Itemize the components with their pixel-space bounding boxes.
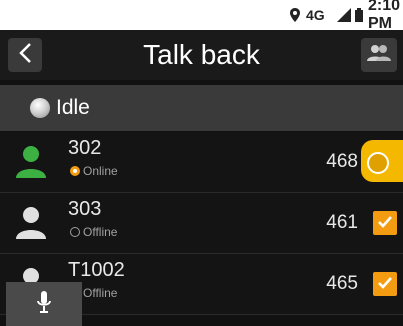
contact-row[interactable]: 302 Online 468: [0, 132, 403, 193]
signal-icon: [337, 0, 351, 30]
chevron-left-icon: [17, 42, 33, 68]
contact-number: 461: [326, 212, 358, 233]
offline-dot-icon: [70, 227, 80, 237]
battery-icon: [355, 0, 364, 30]
speaking-indicator[interactable]: [361, 140, 403, 182]
speaker-icon: [367, 152, 389, 174]
contact-name: 302: [68, 137, 102, 159]
app-header: Talk back: [0, 30, 403, 80]
location-icon: [290, 0, 302, 30]
contact-name: T1002: [68, 259, 125, 281]
network-type: 4G: [306, 7, 325, 23]
back-button[interactable]: [8, 38, 42, 72]
contacts-button[interactable]: [361, 38, 397, 72]
contact-status: Online: [70, 164, 118, 178]
checkmark-icon: [377, 275, 393, 294]
contact-number: 465: [326, 273, 358, 294]
contact-number: 468: [326, 151, 358, 172]
contact-status-label: Offline: [83, 225, 118, 239]
push-to-talk-button[interactable]: [6, 282, 82, 326]
contact-status: Offline: [70, 225, 117, 239]
microphone-icon: [36, 290, 52, 318]
status-bar: 4G 2:10 PM: [0, 0, 403, 32]
contact-name: 303: [68, 198, 102, 220]
page-title: Talk back: [143, 39, 260, 70]
call-status-label: Idle: [56, 96, 90, 119]
select-checkbox[interactable]: [373, 272, 397, 296]
online-dot-icon: [70, 166, 80, 176]
checkmark-icon: [377, 214, 393, 233]
contact-status-label: Offline: [83, 286, 118, 300]
user-offline-icon: [14, 205, 48, 241]
contacts-icon: [366, 43, 392, 67]
clock: 2:10 PM: [368, 0, 401, 32]
user-online-icon: [14, 144, 48, 180]
idle-status-icon: [30, 98, 50, 118]
call-status-bar: Idle: [0, 85, 403, 131]
contact-row[interactable]: 303 Offline 461: [0, 193, 403, 254]
contact-status-label: Online: [83, 164, 118, 178]
select-checkbox[interactable]: [373, 211, 397, 235]
